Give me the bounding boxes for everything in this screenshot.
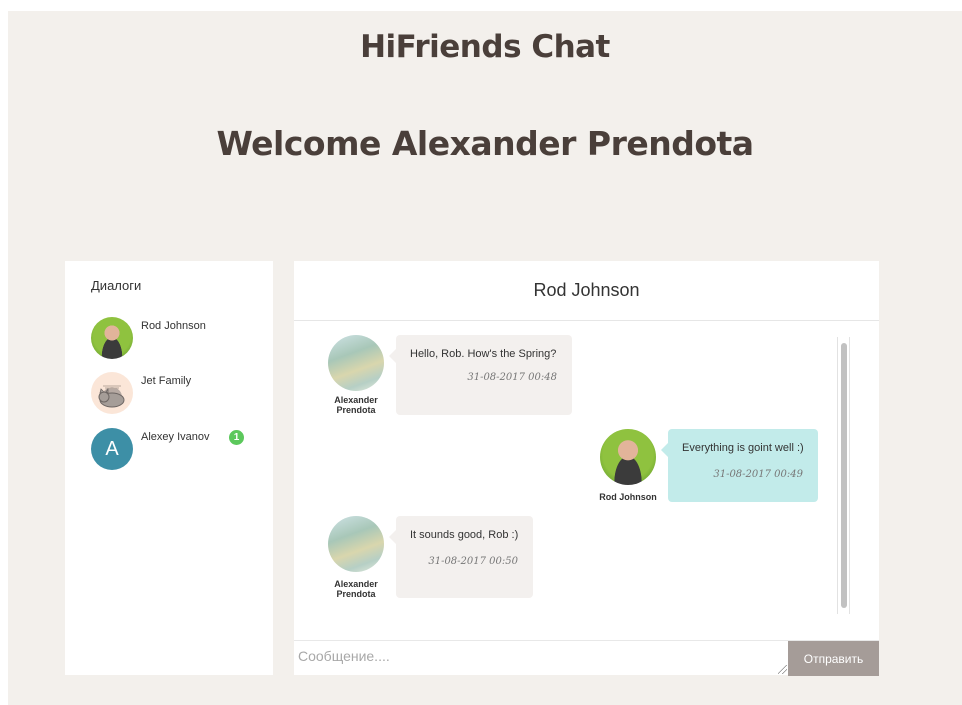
app-title: HiFriends Chat	[360, 29, 610, 65]
message-text: Hello, Rob. How's the Spring?	[410, 348, 557, 360]
message-author: Alexander Prendota	[334, 395, 378, 415]
alexander-prendota-avatar	[328, 335, 384, 391]
message-author: Rod Johnson	[599, 492, 657, 502]
message-text: Everything is goint well :)	[682, 442, 804, 454]
message-list[interactable]: Alexander Prendota Hello, Rob. How's the…	[294, 322, 879, 640]
scroll-thumb[interactable]	[841, 343, 847, 608]
cat-icon	[98, 385, 125, 408]
chat-panel: Rod Johnson Alexander Prendota Hello, Ro…	[294, 261, 879, 676]
message-time: 31-08-2017 00:49	[713, 469, 803, 480]
message-bubble: It sounds good, Rob :) 31-08-2017 00:50	[389, 516, 533, 598]
dialog-name: Jet Family	[141, 375, 192, 387]
dialog-alexey-ivanov[interactable]: A Alexey Ivanov 1	[91, 428, 266, 472]
message-time: 31-08-2017 00:50	[428, 556, 518, 567]
sidebar-title: Диалоги	[91, 278, 142, 293]
message-author: Alexander Prendota	[334, 579, 378, 599]
dialog-jet-family[interactable]: Jet Family	[91, 372, 266, 416]
dialog-name: Rod Johnson	[141, 320, 206, 332]
page-background: HiFriends Chat Welcome Alexander Prendot…	[8, 11, 962, 705]
dialog-name: Alexey Ivanov	[141, 431, 210, 443]
message-text: It sounds good, Rob :)	[410, 529, 519, 541]
rod-johnson-avatar	[91, 317, 133, 359]
message-bubble: Everything is goint well :) 31-08-2017 0…	[661, 429, 818, 502]
message-time: 31-08-2017 00:48	[467, 372, 557, 383]
unread-badge: 1	[229, 430, 244, 445]
dialogs-sidebar: Диалоги Rod Johnson Jet Family A Alexey …	[65, 261, 273, 675]
alexander-prendota-avatar	[328, 516, 384, 572]
alexey-ivanov-avatar: A	[91, 428, 133, 470]
send-button[interactable]: Отправить	[788, 641, 879, 676]
message-bubble: Hello, Rob. How's the Spring? 31-08-2017…	[389, 335, 572, 415]
jet-family-avatar	[91, 372, 133, 414]
resize-grip-icon[interactable]	[778, 665, 787, 674]
message-scrollbar[interactable]	[837, 337, 850, 614]
chat-contact-name: Rod Johnson	[294, 261, 879, 321]
rod-johnson-avatar	[600, 429, 656, 485]
message-composer: Отправить	[294, 640, 879, 676]
welcome-heading: Welcome Alexander Prendota	[216, 124, 754, 163]
dialog-rod-johnson[interactable]: Rod Johnson	[91, 317, 266, 361]
message-input[interactable]	[294, 641, 788, 675]
